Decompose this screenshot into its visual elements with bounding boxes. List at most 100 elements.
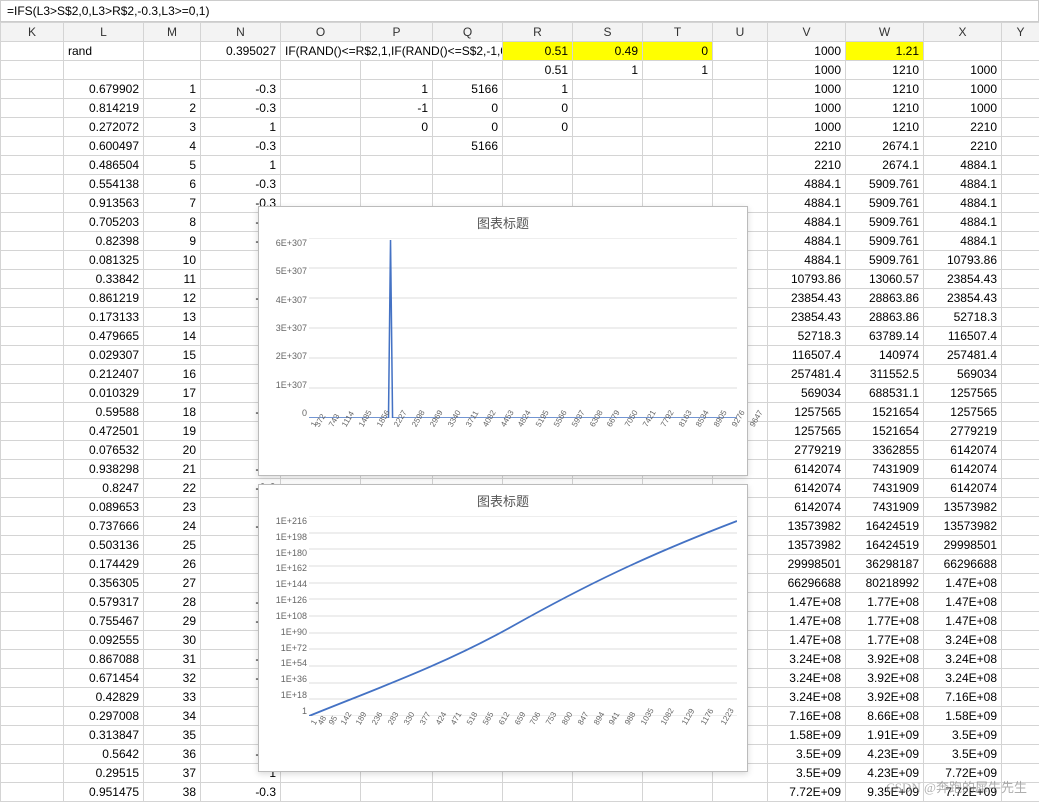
cell[interactable] — [1, 346, 64, 365]
cell[interactable] — [1, 270, 64, 289]
cell[interactable] — [1002, 384, 1039, 403]
cell[interactable] — [643, 783, 713, 802]
cell[interactable]: 116507.4 — [924, 327, 1002, 346]
cell[interactable]: 257481.4 — [924, 346, 1002, 365]
cell[interactable]: 3.5E+09 — [768, 745, 846, 764]
cell[interactable]: 7431909 — [846, 479, 924, 498]
cell[interactable]: 2210 — [924, 137, 1002, 156]
cell[interactable]: 66296688 — [924, 555, 1002, 574]
cell[interactable] — [1002, 441, 1039, 460]
cell[interactable]: 2779219 — [924, 422, 1002, 441]
cell[interactable]: 5166 — [433, 137, 503, 156]
cell[interactable]: 18 — [144, 403, 201, 422]
cell[interactable]: 688531.1 — [846, 384, 924, 403]
cell[interactable]: 38 — [144, 783, 201, 802]
cell[interactable] — [713, 80, 768, 99]
cell[interactable]: 13573982 — [924, 517, 1002, 536]
cell[interactable] — [144, 61, 201, 80]
cell[interactable] — [1, 783, 64, 802]
cell[interactable]: 4884.1 — [924, 156, 1002, 175]
cell[interactable]: 0.297008 — [64, 707, 144, 726]
col-header-W[interactable]: W — [846, 23, 924, 42]
cell[interactable] — [281, 118, 361, 137]
cell[interactable] — [1, 479, 64, 498]
cell[interactable]: 1.47E+08 — [924, 574, 1002, 593]
cell[interactable]: 5909.761 — [846, 175, 924, 194]
cell[interactable]: 23854.43 — [924, 289, 1002, 308]
cell[interactable] — [1002, 517, 1039, 536]
column-headers[interactable]: KLMNOPQRSTUVWXY — [1, 23, 1039, 42]
cell[interactable]: 1.21 — [846, 42, 924, 61]
cell[interactable] — [1002, 175, 1039, 194]
cell[interactable]: 2210 — [768, 156, 846, 175]
cell[interactable] — [1002, 99, 1039, 118]
cell[interactable]: 1 — [643, 61, 713, 80]
cell[interactable]: 0 — [503, 118, 573, 137]
cell[interactable]: -0.3 — [201, 99, 281, 118]
cell[interactable]: 0.51 — [503, 42, 573, 61]
cell[interactable]: 1000 — [924, 80, 1002, 99]
cell[interactable] — [1, 612, 64, 631]
cell[interactable] — [503, 156, 573, 175]
cell[interactable]: 0 — [433, 118, 503, 137]
cell[interactable]: 0.212407 — [64, 365, 144, 384]
cell[interactable]: 257481.4 — [768, 365, 846, 384]
cell[interactable]: 4884.1 — [768, 213, 846, 232]
cell[interactable] — [1002, 137, 1039, 156]
cell[interactable]: rand — [64, 42, 144, 61]
cell[interactable]: 1210 — [846, 80, 924, 99]
cell[interactable]: 16424519 — [846, 536, 924, 555]
cell[interactable]: 0.479665 — [64, 327, 144, 346]
cell[interactable] — [1002, 783, 1039, 802]
cell[interactable]: 21 — [144, 460, 201, 479]
cell[interactable] — [713, 783, 768, 802]
cell[interactable]: 52718.3 — [924, 308, 1002, 327]
cell[interactable] — [281, 99, 361, 118]
col-header-S[interactable]: S — [573, 23, 643, 42]
cell[interactable] — [1002, 61, 1039, 80]
chart-2[interactable]: 图表标题 1E+2161E+1981E+1801E+1621E+1441E+12… — [258, 484, 748, 772]
cell[interactable]: 0 — [503, 99, 573, 118]
cell[interactable]: 1210 — [846, 99, 924, 118]
cell[interactable]: 23 — [144, 498, 201, 517]
cell[interactable] — [361, 61, 433, 80]
cell[interactable]: 8.66E+08 — [846, 707, 924, 726]
cell[interactable]: 6142074 — [768, 460, 846, 479]
cell[interactable]: 6 — [144, 175, 201, 194]
cell[interactable]: 0.29515 — [64, 764, 144, 783]
cell[interactable]: -1 — [361, 99, 433, 118]
cell[interactable]: 23854.43 — [924, 270, 1002, 289]
cell[interactable]: 4884.1 — [924, 175, 1002, 194]
cell[interactable]: 29998501 — [768, 555, 846, 574]
cell[interactable]: 3.24E+08 — [768, 650, 846, 669]
cell[interactable]: -0.3 — [201, 783, 281, 802]
cell[interactable] — [573, 118, 643, 137]
cell[interactable] — [1, 517, 64, 536]
cell[interactable] — [1002, 327, 1039, 346]
cell[interactable]: 11 — [144, 270, 201, 289]
cell[interactable] — [713, 99, 768, 118]
cell[interactable]: 13060.57 — [846, 270, 924, 289]
cell[interactable]: 1.58E+09 — [768, 726, 846, 745]
cell[interactable]: 0.029307 — [64, 346, 144, 365]
col-header-R[interactable]: R — [503, 23, 573, 42]
cell[interactable]: 0.173133 — [64, 308, 144, 327]
cell[interactable]: 36 — [144, 745, 201, 764]
cell[interactable]: 0.913563 — [64, 194, 144, 213]
cell[interactable]: 19 — [144, 422, 201, 441]
cell[interactable] — [281, 783, 361, 802]
cell[interactable]: 10793.86 — [768, 270, 846, 289]
cell[interactable] — [361, 175, 433, 194]
cell[interactable] — [1002, 270, 1039, 289]
cell[interactable]: 20 — [144, 441, 201, 460]
cell[interactable]: 0.737666 — [64, 517, 144, 536]
cell[interactable]: 5 — [144, 156, 201, 175]
cell[interactable]: 0.8247 — [64, 479, 144, 498]
cell[interactable] — [1002, 555, 1039, 574]
cell[interactable]: 0 — [361, 118, 433, 137]
cell[interactable] — [361, 156, 433, 175]
cell[interactable]: 1 — [361, 80, 433, 99]
cell[interactable]: 0 — [433, 99, 503, 118]
cell[interactable] — [713, 61, 768, 80]
cell[interactable]: 0.356305 — [64, 574, 144, 593]
